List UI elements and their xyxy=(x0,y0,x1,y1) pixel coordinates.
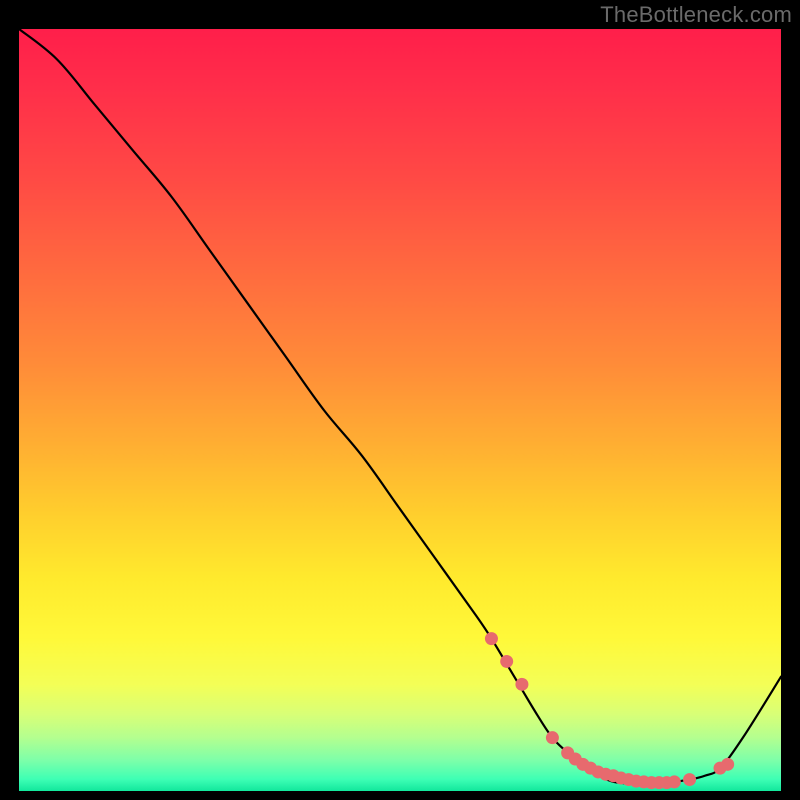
attribution-text: TheBottleneck.com xyxy=(600,2,792,28)
trough-dot xyxy=(546,731,559,744)
curve-svg xyxy=(19,29,781,791)
trough-dot xyxy=(683,773,696,786)
bottleneck-curve xyxy=(19,29,781,784)
trough-dot xyxy=(668,775,681,788)
trough-dot xyxy=(500,655,513,668)
trough-dot xyxy=(485,632,498,645)
trough-dot xyxy=(721,758,734,771)
plot-area xyxy=(19,29,781,791)
trough-dot xyxy=(515,678,528,691)
trough-dots xyxy=(485,632,734,789)
